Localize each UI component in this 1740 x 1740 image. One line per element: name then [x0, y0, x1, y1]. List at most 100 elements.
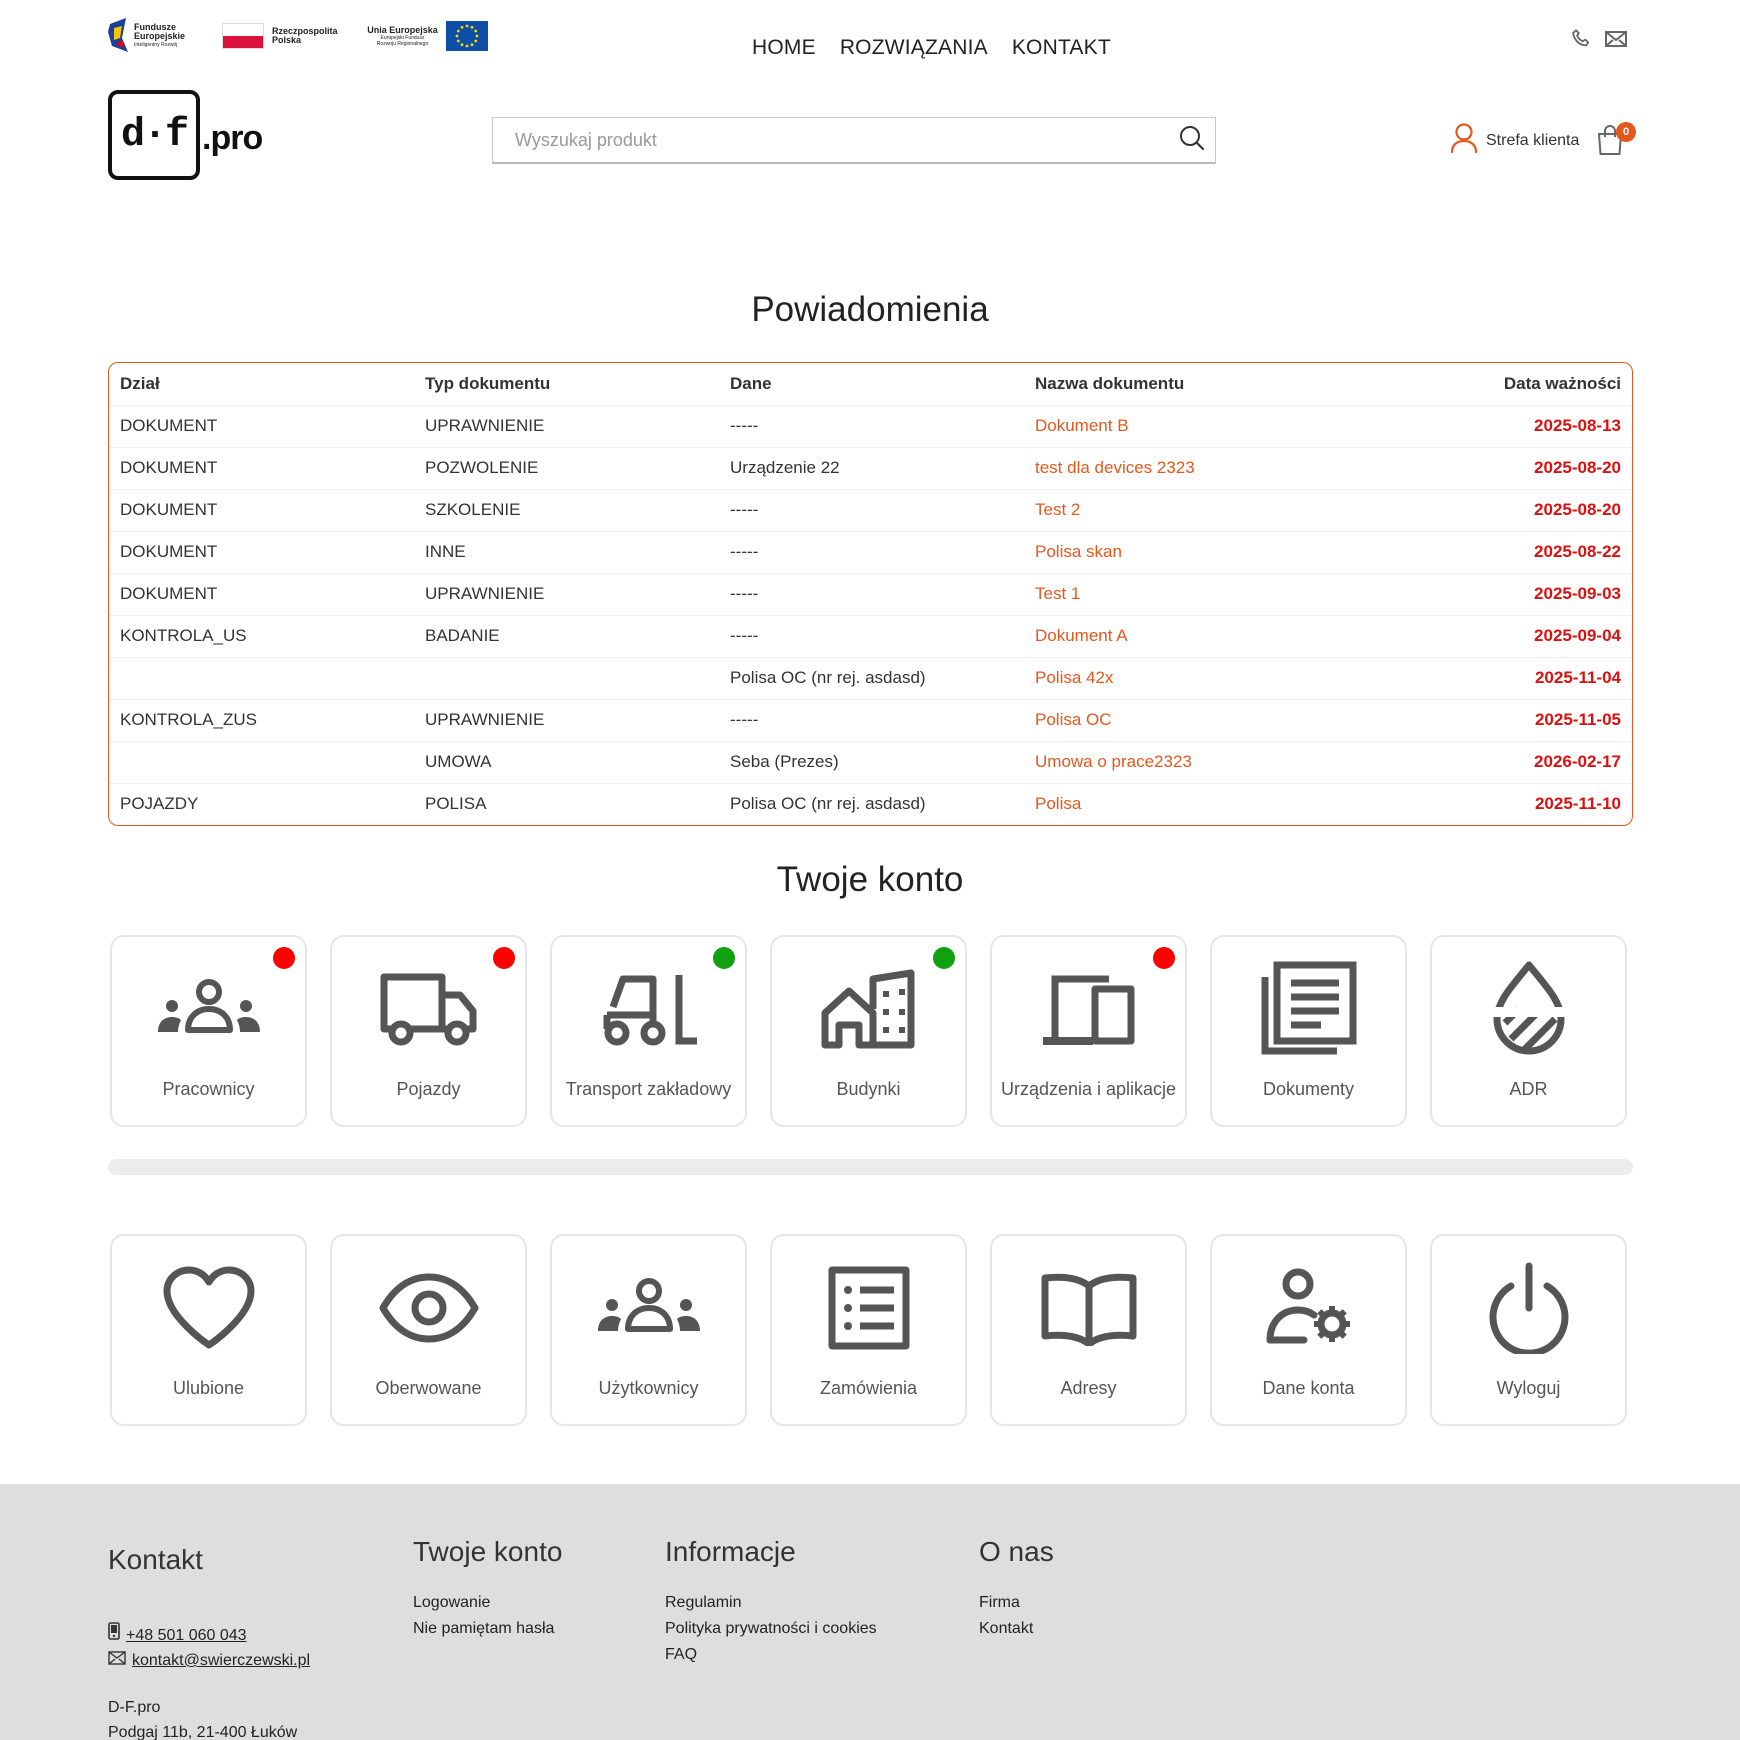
cell-expiry-date: 2025-09-03 — [1329, 572, 1632, 615]
logo-suffix: .pro — [202, 119, 263, 157]
tile-dokumenty[interactable]: Dokumenty — [1210, 935, 1407, 1127]
footer-onas-title: O nas — [979, 1536, 1054, 1567]
nav-kontakt[interactable]: KONTAKT — [1012, 36, 1111, 60]
document-link[interactable]: Test 1 — [1024, 572, 1329, 615]
cell-dane: Seba (Prezes) — [719, 740, 1024, 783]
tile-label: Oberwowane — [375, 1378, 482, 1398]
cell-dane: ----- — [719, 530, 1024, 573]
tile-label: Adresy — [1060, 1378, 1117, 1398]
tile-label: Budynki — [836, 1079, 901, 1099]
tile-adr[interactable]: ADR — [1430, 935, 1627, 1127]
tile-ulubione[interactable]: Ulubione — [110, 1234, 307, 1426]
document-link[interactable]: Dokument B — [1024, 404, 1329, 447]
cell-dane: Polisa OC (nr rej. asdasd) — [719, 656, 1024, 699]
tile-label: Urządzenia i aplikacje — [1000, 1079, 1177, 1099]
cart-count-badge: 0 — [1616, 122, 1636, 142]
cell-typ: INNE — [414, 530, 719, 573]
footer-phone-link[interactable]: +48 501 060 043 — [126, 1623, 247, 1648]
tile-uzytkownicy[interactable]: Użytkownicy — [550, 1234, 747, 1426]
tile-label: Użytkownicy — [598, 1378, 699, 1398]
tile-urzadzenia-i-aplikacje[interactable]: Urządzenia i aplikacje — [990, 935, 1187, 1127]
footer-email-link[interactable]: kontakt@swierczewski.pl — [132, 1648, 310, 1673]
account-tiles-secondary: Ulubione Oberwowane Użytkownicy Zamówienia A… — [110, 1234, 1627, 1426]
cell-dane: ----- — [719, 698, 1024, 741]
progress-bar — [108, 1159, 1633, 1175]
footer-link-kontakt[interactable]: Kontakt — [979, 1620, 1033, 1637]
footer-link-faq[interactable]: FAQ — [665, 1646, 697, 1663]
cell-expiry-date: 2026-02-17 — [1329, 740, 1632, 783]
tile-label: Pojazdy — [396, 1079, 461, 1099]
col-nazwa: Nazwa dokumentu — [1035, 373, 1185, 393]
footer-link-logowanie[interactable]: Logowanie — [413, 1594, 490, 1611]
nav-home[interactable]: HOME — [752, 36, 816, 60]
cell-dane: ----- — [719, 488, 1024, 531]
document-link[interactable]: Polisa 42x — [1024, 656, 1329, 699]
truck-icon — [332, 967, 525, 1051]
unia-europejska-logo: Unia Europejska Europejski Fundusz Rozwoju… — [364, 21, 488, 51]
user-settings-icon — [1212, 1266, 1405, 1350]
mail-icon[interactable] — [1604, 28, 1627, 50]
tile-transport-zakladowy[interactable]: Transport zakładowy — [550, 935, 747, 1127]
document-link[interactable]: test dla devices 2323 — [1024, 446, 1329, 489]
tile-adresy[interactable]: Adresy — [990, 1234, 1187, 1426]
document-link[interactable]: Umowa o prace2323 — [1024, 740, 1329, 783]
table-row: DOKUMENT UPRAWNIENIE ----- Dokument B 2025-0… — [109, 404, 1632, 447]
main-nav: HOME ROZWIĄZANIA KONTAKT — [752, 36, 1111, 60]
table-row: DOKUMENT SZKOLENIE ----- Test 2 2025-08-20 — [109, 488, 1632, 531]
footer-link-firma[interactable]: Firma — [979, 1594, 1020, 1611]
client-zone-link[interactable]: Strefa klienta — [1450, 122, 1579, 159]
table-row: POJAZDY POLISA Polisa OC (nr rej. asdasd) P… — [109, 782, 1632, 825]
document-link[interactable]: Polisa — [1024, 782, 1329, 825]
document-link[interactable]: Polisa skan — [1024, 530, 1329, 573]
cell-typ: SZKOLENIE — [414, 488, 719, 531]
document-link[interactable]: Test 2 — [1024, 488, 1329, 531]
tile-budynki[interactable]: Budynki — [770, 935, 967, 1127]
cell-typ — [414, 656, 719, 699]
document-link[interactable]: Dokument A — [1024, 614, 1329, 657]
cell-expiry-date: 2025-11-04 — [1329, 656, 1632, 699]
table-row: KONTROLA_US BADANIE ----- Dokument A 2025-09… — [109, 614, 1632, 657]
notifications-title: Powiadomienia — [751, 290, 989, 329]
footer-link-privacy[interactable]: Polityka prywatności i cookies — [665, 1620, 877, 1637]
footer: Kontakt +48 501 060 043 kontakt@swiercze… — [0, 1484, 1740, 1740]
cell-expiry-date: 2025-08-22 — [1329, 530, 1632, 573]
tile-zamowienia[interactable]: Zamówienia — [770, 1234, 967, 1426]
book-icon — [992, 1266, 1185, 1350]
footer-konto-title: Twoje konto — [413, 1536, 563, 1567]
power-icon — [1432, 1262, 1625, 1354]
fundusze-europejskie-logo: Fundusze Europejskie Inteligentny Rozwój — [108, 18, 196, 54]
cell-typ: POZWOLENIE — [414, 446, 719, 489]
tile-pojazdy[interactable]: Pojazdy — [330, 935, 527, 1127]
cell-typ: POLISA — [414, 782, 719, 825]
col-dane: Dane — [730, 373, 772, 393]
footer-link-reset-password[interactable]: Nie pamiętam hasła — [413, 1620, 554, 1637]
site-logo[interactable]: d·f .pro — [108, 90, 263, 180]
list-icon — [772, 1266, 965, 1350]
phone-icon[interactable] — [1570, 28, 1592, 50]
nav-rozwiazania[interactable]: ROZWIĄZANIA — [840, 36, 988, 60]
cell-typ: UPRAWNIENIE — [414, 572, 719, 615]
logo-mark: d·f — [108, 90, 200, 180]
col-data: Data ważności — [1503, 373, 1621, 393]
tile-pracownicy[interactable]: Pracownicy — [110, 935, 307, 1127]
tile-dane-konta[interactable]: Dane konta — [1210, 1234, 1407, 1426]
document-link[interactable]: Polisa OC — [1024, 698, 1329, 741]
search-bar — [492, 117, 1216, 164]
search-button[interactable] — [1169, 118, 1215, 163]
tile-oberwowane[interactable]: Oberwowane — [330, 1234, 527, 1426]
footer-link-regulamin[interactable]: Regulamin — [665, 1594, 741, 1611]
cart-button[interactable]: 0 — [1596, 122, 1636, 158]
tile-label: Zamówienia — [819, 1378, 918, 1398]
forklift-icon — [552, 967, 745, 1051]
heart-icon — [112, 1266, 305, 1350]
footer-informacje-title: Informacje — [665, 1536, 796, 1567]
cell-dzial: DOKUMENT — [109, 572, 414, 615]
search-input[interactable] — [493, 118, 1169, 162]
group-icon — [112, 967, 305, 1051]
tile-wyloguj[interactable]: Wyloguj — [1430, 1234, 1627, 1426]
status-dot-red — [273, 947, 295, 969]
cell-expiry-date: 2025-09-04 — [1329, 614, 1632, 657]
hazard-drop-icon — [1432, 961, 1625, 1055]
cell-expiry-date: 2025-11-10 — [1329, 782, 1632, 825]
cell-dzial: DOKUMENT — [109, 530, 414, 573]
